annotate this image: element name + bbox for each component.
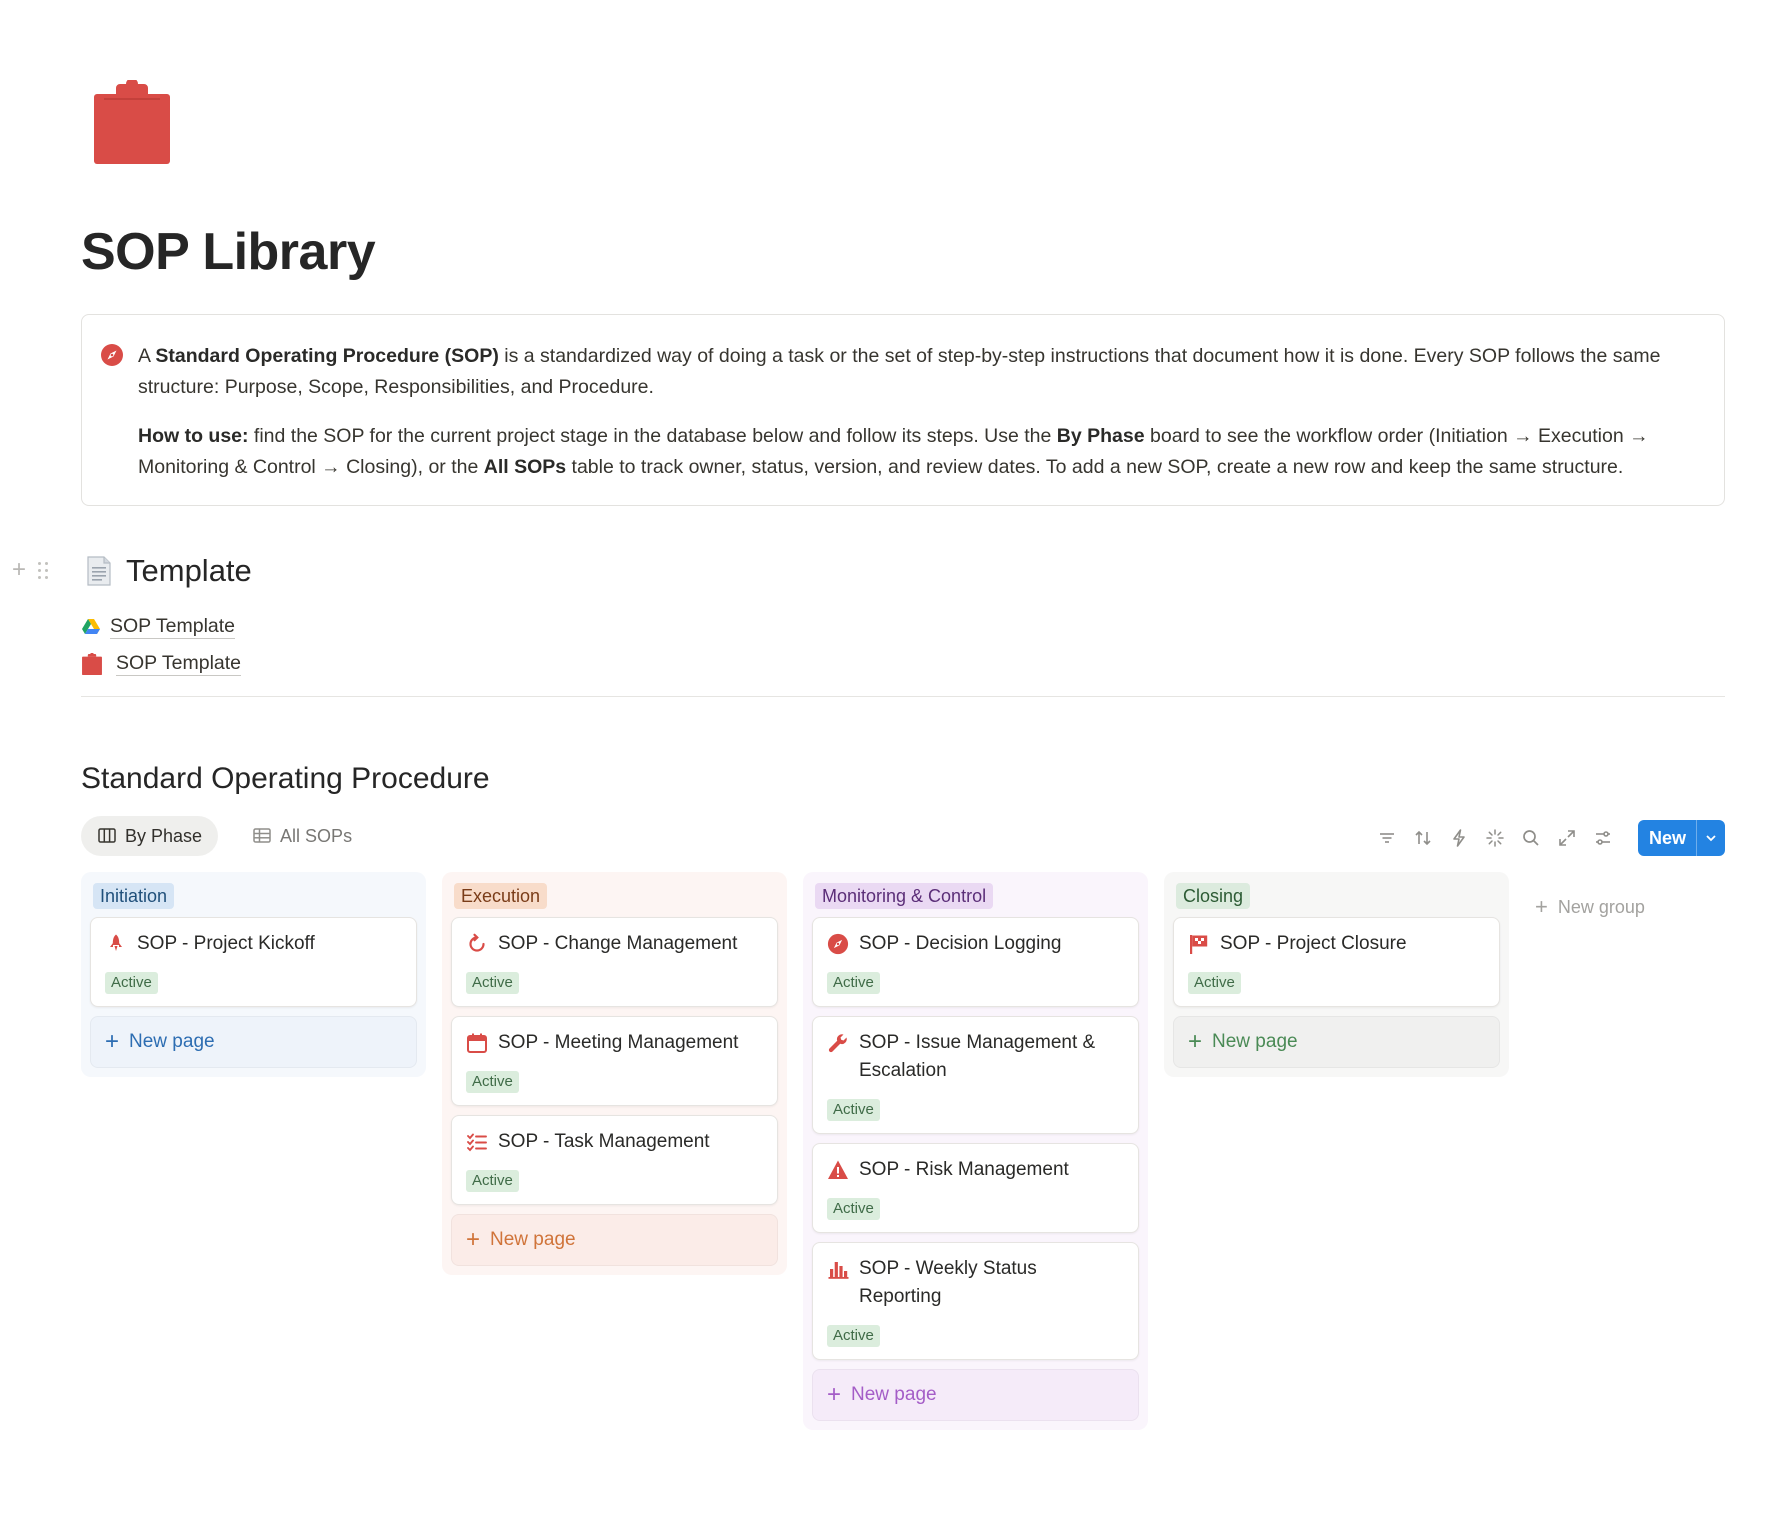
plus-icon: + <box>1535 894 1548 919</box>
new-page-button[interactable]: + New page <box>451 1214 778 1266</box>
ai-sparkle-icon[interactable] <box>1484 827 1506 849</box>
group-label[interactable]: Initiation <box>93 883 175 909</box>
page-title: SOP Library <box>81 223 376 281</box>
search-icon[interactable] <box>1520 827 1542 849</box>
status-badge: Active <box>827 1325 880 1347</box>
status-badge: Active <box>105 972 158 994</box>
board: Initiation SOP - Project Kickoff Active … <box>81 872 1645 1430</box>
board-column-initiation: Initiation SOP - Project Kickoff Active … <box>81 872 426 1077</box>
callout-text: A Standard Operating Procedure (SOP) is … <box>138 345 1661 478</box>
info-callout: A Standard Operating Procedure (SOP) is … <box>81 314 1725 506</box>
card-title: SOP - Project Closure <box>1220 933 1407 954</box>
rocket-icon <box>110 934 122 951</box>
filter-icon[interactable] <box>1376 827 1398 849</box>
plus-icon: + <box>105 1028 120 1055</box>
new-group-button[interactable]: + New group <box>1535 894 1645 920</box>
group-label[interactable]: Execution <box>454 883 548 909</box>
new-button-label[interactable]: New <box>1638 820 1697 856</box>
board-card[interactable]: SOP - Change Management Active <box>451 917 778 1007</box>
board-column-closing: Closing SOP - Project Closure Active + Ne… <box>1164 872 1509 1077</box>
board-card[interactable]: SOP - Task Management Active <box>451 1115 778 1205</box>
settings-icon[interactable] <box>1592 827 1614 849</box>
template-link-label[interactable]: SOP Template <box>110 614 236 639</box>
card-title: SOP - Risk Management <box>859 1159 1069 1180</box>
compass-icon <box>827 933 849 955</box>
database-toolbar: New <box>1376 820 1725 856</box>
new-page-button[interactable]: + New page <box>812 1369 1139 1421</box>
clipboard-icon[interactable] <box>94 80 170 164</box>
sort-icon[interactable] <box>1412 827 1434 849</box>
flag-icon <box>1190 935 1208 954</box>
group-label[interactable]: Closing <box>1176 883 1251 909</box>
template-heading-text: Template <box>126 553 252 588</box>
new-page-label: New page <box>851 1384 937 1405</box>
table-icon <box>253 828 271 843</box>
compass-icon <box>101 344 123 366</box>
card-title: SOP - Meeting Management <box>498 1032 739 1053</box>
document-icon <box>87 556 111 586</box>
card-title: SOP - Change Management <box>498 933 738 954</box>
new-page-label: New page <box>129 1031 215 1052</box>
card-title: SOP - Project Kickoff <box>137 933 315 954</box>
status-badge: Active <box>466 1170 519 1192</box>
template-link-label[interactable]: SOP Template <box>116 651 242 676</box>
template-link-drive[interactable]: SOP Template <box>82 614 236 639</box>
board-column-monitoring-control: Monitoring & Control SOP - Decision Logg… <box>803 872 1148 1430</box>
status-badge: Active <box>466 1071 519 1093</box>
status-badge: Active <box>827 972 880 994</box>
view-tab-label: All SOPs <box>280 825 353 846</box>
board-card[interactable]: SOP - Project Closure Active <box>1173 917 1500 1007</box>
template-heading: Template <box>86 553 252 589</box>
group-label[interactable]: Monitoring & Control <box>815 883 994 909</box>
calendar-icon <box>467 1033 487 1053</box>
block-controls: + <box>12 556 49 584</box>
automation-icon[interactable] <box>1448 827 1470 849</box>
divider <box>81 696 1725 697</box>
status-badge: Active <box>827 1198 880 1220</box>
card-title: SOP - Issue Management & Escalation <box>859 1032 1096 1081</box>
board-card[interactable]: SOP - Weekly Status Reporting Active <box>812 1242 1139 1360</box>
plus-icon: + <box>827 1381 842 1408</box>
template-link-page[interactable]: SOP Template <box>82 651 242 676</box>
status-badge: Active <box>1188 972 1241 994</box>
drag-handle-icon[interactable] <box>38 561 49 579</box>
board-icon <box>98 828 116 843</box>
new-page-label: New page <box>1212 1031 1298 1052</box>
view-tab-by-phase[interactable]: By Phase <box>81 816 219 856</box>
card-title: SOP - Decision Logging <box>859 933 1062 954</box>
view-tab-label: By Phase <box>125 825 203 846</box>
board-column-execution: Execution SOP - Change Management Active… <box>442 872 787 1275</box>
new-group-label: New group <box>1557 896 1645 917</box>
board-card[interactable]: SOP - Risk Management Active <box>812 1143 1139 1233</box>
expand-icon[interactable] <box>1556 827 1578 849</box>
status-badge: Active <box>466 972 519 994</box>
card-title: SOP - Weekly Status Reporting <box>859 1258 1037 1307</box>
card-title: SOP - Task Management <box>498 1131 710 1152</box>
plus-icon: + <box>466 1226 481 1253</box>
new-page-button[interactable]: + New page <box>1173 1016 1500 1068</box>
board-card[interactable]: SOP - Project Kickoff Active <box>90 917 417 1007</box>
board-card[interactable]: SOP - Decision Logging Active <box>812 917 1139 1007</box>
new-page-button[interactable]: + New page <box>90 1016 417 1068</box>
wrench-icon <box>828 1034 847 1053</box>
view-tab-all-sops[interactable]: All SOPs <box>236 816 368 856</box>
add-block-icon[interactable]: + <box>12 556 26 584</box>
google-drive-icon <box>82 618 100 634</box>
chevron-down-icon[interactable] <box>1697 820 1725 856</box>
bar-chart-icon <box>828 1262 849 1279</box>
board-card[interactable]: SOP - Meeting Management Active <box>451 1016 778 1106</box>
new-page-label: New page <box>490 1229 576 1250</box>
board-card[interactable]: SOP - Issue Management & Escalation Acti… <box>812 1016 1139 1134</box>
refresh-icon <box>469 933 485 952</box>
status-badge: Active <box>827 1099 880 1121</box>
plus-icon: + <box>1188 1028 1203 1055</box>
new-button[interactable]: New <box>1637 820 1725 856</box>
database-title[interactable]: Standard Operating Procedure <box>81 762 490 796</box>
warning-icon <box>828 1160 848 1179</box>
clipboard-icon <box>82 652 102 675</box>
checklist-icon <box>467 1133 487 1152</box>
view-tabs: By Phase All SOPs <box>81 816 368 856</box>
